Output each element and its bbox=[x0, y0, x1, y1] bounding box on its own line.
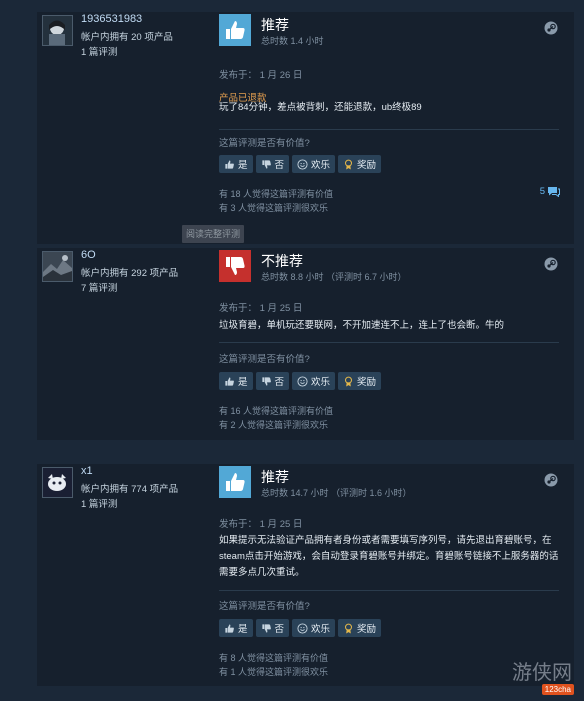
vote-yes-label: 是 bbox=[238, 160, 248, 171]
award-icon bbox=[345, 376, 353, 387]
avatar[interactable] bbox=[42, 15, 73, 46]
review-verdict[interactable]: 推荐 bbox=[261, 467, 289, 487]
vote-funny-label: 欢乐 bbox=[311, 624, 331, 635]
review-body: 玩了84分钟，差点被背刺，还能退款，ub终极89 bbox=[219, 102, 422, 113]
funny-count: 有 1 人觉得这篇评测很欢乐 bbox=[219, 667, 329, 677]
vote-no-button[interactable]: 否 bbox=[255, 372, 290, 390]
vote-buttons: 是 否 欢乐 奖励 bbox=[219, 372, 382, 390]
vote-funny-button[interactable]: 欢乐 bbox=[292, 372, 336, 390]
award-label: 奖励 bbox=[357, 160, 377, 171]
post-date: 发布于： 1 月 25 日 bbox=[219, 303, 303, 314]
award-label: 奖励 bbox=[357, 377, 377, 388]
avatar[interactable] bbox=[42, 467, 73, 498]
comment-count[interactable]: 5 bbox=[540, 186, 560, 197]
award-button[interactable]: 奖励 bbox=[338, 619, 382, 637]
divider bbox=[219, 129, 559, 130]
vote-funny-label: 欢乐 bbox=[311, 160, 331, 171]
vote-yes-button[interactable]: 是 bbox=[219, 372, 253, 390]
review-count[interactable]: 1 篇评测 bbox=[81, 44, 117, 58]
helpful-count: 有 16 人觉得这篇评测有价值 bbox=[219, 406, 334, 416]
review-verdict[interactable]: 推荐 bbox=[261, 15, 289, 35]
username[interactable]: 6O bbox=[81, 249, 96, 261]
thumbs-up-icon bbox=[225, 623, 234, 633]
vote-funny-label: 欢乐 bbox=[311, 377, 331, 388]
steam-icon bbox=[544, 21, 558, 35]
review-card: x1 帐户内拥有 774 项产品 1 篇评测 推荐 总时数 14.7 小时 （评… bbox=[37, 464, 574, 686]
award-icon bbox=[345, 159, 353, 170]
smiley-icon bbox=[297, 158, 308, 170]
vote-funny-button[interactable]: 欢乐 bbox=[292, 619, 336, 637]
thumbs-down-icon bbox=[261, 376, 271, 386]
divider bbox=[219, 590, 559, 591]
vote-no-button[interactable]: 否 bbox=[255, 155, 290, 173]
helpful-question: 这篇评测是否有价值? bbox=[219, 138, 310, 149]
thumbs-up-icon bbox=[225, 159, 234, 169]
watermark-logo: 游侠网 bbox=[512, 660, 572, 684]
vote-yes-label: 是 bbox=[238, 624, 248, 635]
post-date: 发布于： 1 月 25 日 bbox=[219, 519, 303, 530]
vote-funny-button[interactable]: 欢乐 bbox=[292, 155, 336, 173]
vote-yes-button[interactable]: 是 bbox=[219, 619, 253, 637]
playtime: 总时数 1.4 小时 bbox=[261, 36, 324, 46]
steam-icon bbox=[544, 473, 558, 487]
owned-products[interactable]: 帐户内拥有 292 项产品 bbox=[81, 265, 178, 279]
avatar[interactable] bbox=[42, 251, 73, 282]
read-full-review-button[interactable]: 阅读完整评测 bbox=[182, 225, 245, 243]
review-card: 6O 帐户内拥有 292 项产品 7 篇评测 不推荐 总时数 8.8 小时 （评… bbox=[37, 248, 574, 440]
thumbs-up-icon bbox=[225, 376, 234, 386]
vote-no-button[interactable]: 否 bbox=[255, 619, 290, 637]
smiley-icon bbox=[297, 375, 308, 387]
award-button[interactable]: 奖励 bbox=[338, 155, 382, 173]
comment-icon bbox=[548, 187, 560, 197]
owned-products[interactable]: 帐户内拥有 20 项产品 bbox=[81, 29, 173, 43]
vote-no-label: 否 bbox=[274, 160, 285, 171]
thumbs-down-icon bbox=[261, 623, 271, 633]
funny-count: 有 3 人觉得这篇评测很欢乐 bbox=[219, 203, 329, 213]
funny-count: 有 2 人觉得这篇评测很欢乐 bbox=[219, 420, 329, 430]
playtime: 总时数 14.7 小时 （评测时 1.6 小时） bbox=[261, 488, 412, 498]
review-count[interactable]: 1 篇评测 bbox=[81, 496, 117, 510]
thumbs-up-icon bbox=[219, 466, 251, 498]
vote-buttons: 是 否 欢乐 奖励 bbox=[219, 619, 382, 637]
smiley-icon bbox=[297, 622, 308, 634]
helpful-count: 有 18 人觉得这篇评测有价值 bbox=[219, 189, 334, 199]
review-body: 如果提示无法验证产品拥有者身份或者需要填写序列号，请先退出育碧账号，在steam… bbox=[219, 535, 559, 578]
username[interactable]: x1 bbox=[81, 465, 93, 477]
divider bbox=[219, 342, 559, 343]
watermark-badge: 123cha bbox=[541, 684, 574, 695]
comment-count-value: 5 bbox=[539, 186, 545, 197]
steam-icon bbox=[544, 257, 558, 271]
vote-buttons: 是 否 欢乐 奖励 bbox=[219, 155, 382, 173]
owned-products[interactable]: 帐户内拥有 774 项产品 bbox=[81, 481, 178, 495]
review-verdict[interactable]: 不推荐 bbox=[261, 251, 303, 271]
vote-no-label: 否 bbox=[274, 377, 285, 388]
username[interactable]: 1936531983 bbox=[81, 13, 142, 25]
vote-no-label: 否 bbox=[274, 624, 285, 635]
award-icon bbox=[345, 623, 353, 634]
vote-yes-button[interactable]: 是 bbox=[219, 155, 253, 173]
review-body: 垃圾育碧，单机玩还要联网，不开加速连不上，连上了也会断。牛的 bbox=[219, 320, 505, 331]
thumbs-down-icon bbox=[219, 250, 251, 282]
post-date: 发布于： 1 月 26 日 bbox=[219, 70, 303, 81]
helpful-question: 这篇评测是否有价值? bbox=[219, 601, 310, 612]
helpful-count: 有 8 人觉得这篇评测有价值 bbox=[219, 653, 329, 663]
helpful-question: 这篇评测是否有价值? bbox=[219, 354, 310, 365]
award-label: 奖励 bbox=[357, 624, 377, 635]
vote-yes-label: 是 bbox=[238, 377, 248, 388]
thumbs-down-icon bbox=[261, 159, 271, 169]
playtime: 总时数 8.8 小时 （评测时 6.7 小时） bbox=[261, 272, 407, 282]
review-card: 1936531983 帐户内拥有 20 项产品 1 篇评测 推荐 总时数 1.4… bbox=[37, 12, 574, 244]
thumbs-up-icon bbox=[219, 14, 251, 46]
award-button[interactable]: 奖励 bbox=[338, 372, 382, 390]
review-count[interactable]: 7 篇评测 bbox=[81, 280, 117, 294]
